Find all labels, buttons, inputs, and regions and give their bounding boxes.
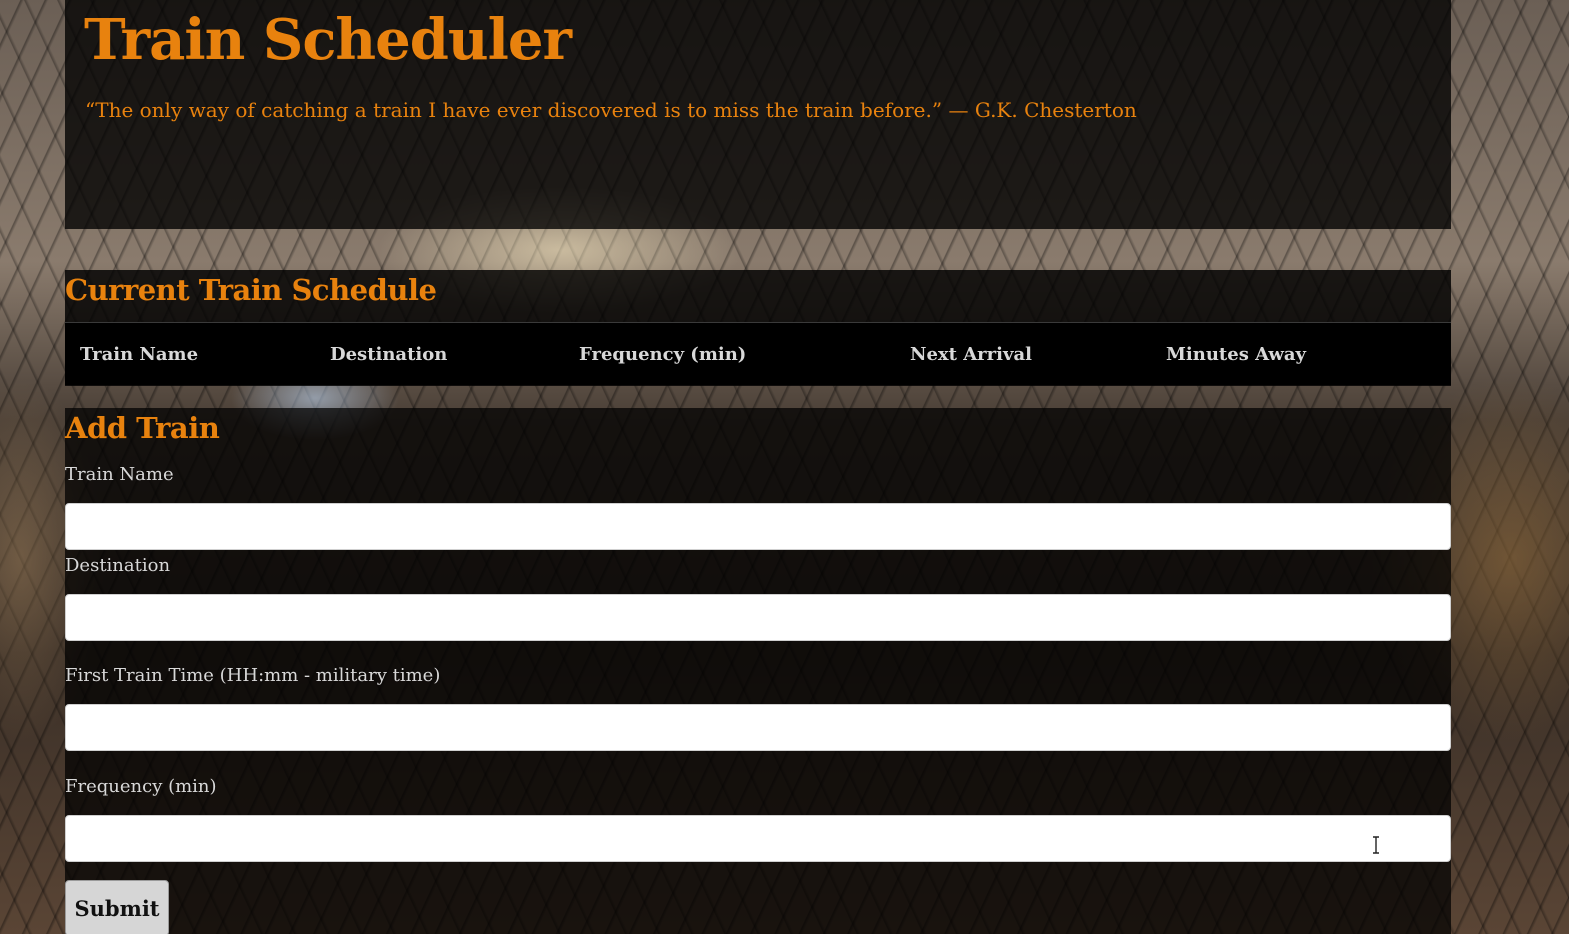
column-header-frequency: Frequency (min): [579, 344, 747, 365]
destination-label: Destination: [65, 555, 171, 576]
train-name-input[interactable]: [65, 503, 1451, 550]
destination-input[interactable]: [65, 594, 1451, 641]
text-cursor-icon: [1373, 836, 1379, 854]
first-train-time-label: First Train Time (HH:mm - military time): [65, 665, 441, 686]
page-title: Train Scheduler: [84, 7, 572, 73]
column-header-next-arrival: Next Arrival: [910, 344, 1032, 365]
header-quote: “The only way of catching a train I have…: [85, 98, 1137, 122]
column-header-minutes-away: Minutes Away: [1166, 344, 1306, 365]
add-train-heading: Add Train: [65, 411, 220, 445]
schedule-heading: Current Train Schedule: [65, 273, 437, 307]
first-train-time-input[interactable]: [65, 704, 1451, 751]
column-header-train-name: Train Name: [80, 344, 199, 365]
frequency-input[interactable]: [65, 815, 1451, 862]
header-jumbotron: Train Scheduler “The only way of catchin…: [65, 0, 1451, 229]
schedule-table: Train Name Destination Frequency (min) N…: [65, 323, 1451, 385]
train-name-label: Train Name: [65, 464, 174, 485]
column-header-destination: Destination: [330, 344, 448, 365]
submit-button[interactable]: Submit: [65, 880, 169, 934]
frequency-label: Frequency (min): [65, 776, 217, 797]
